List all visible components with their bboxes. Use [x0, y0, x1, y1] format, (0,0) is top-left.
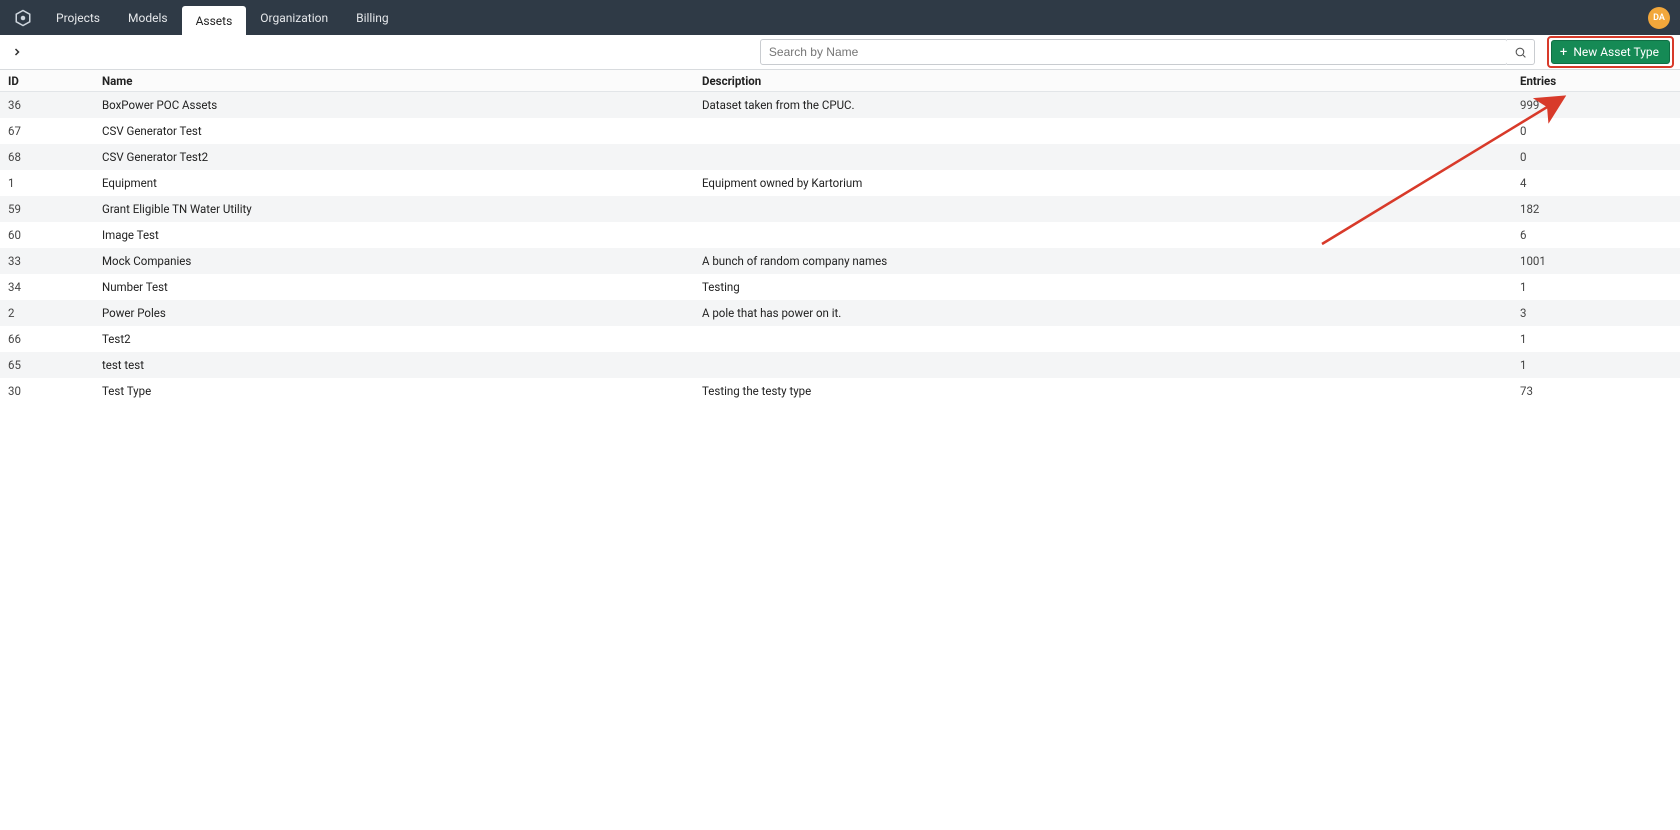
- cell-entries: 1: [1516, 276, 1676, 298]
- cell-name: test test: [98, 354, 698, 376]
- cell-description: Testing the testy type: [698, 380, 1516, 402]
- new-asset-type-button[interactable]: + New Asset Type: [1551, 40, 1670, 64]
- cell-name: Power Poles: [98, 302, 698, 324]
- top-nav: ProjectsModelsAssetsOrganizationBilling …: [0, 0, 1680, 35]
- cell-name: Number Test: [98, 276, 698, 298]
- cell-id: 66: [4, 328, 98, 350]
- col-header-description[interactable]: Description: [698, 70, 1516, 92]
- cell-description: [698, 335, 1516, 343]
- cell-description: Equipment owned by Kartorium: [698, 172, 1516, 194]
- avatar[interactable]: DA: [1648, 7, 1670, 29]
- cell-id: 30: [4, 380, 98, 402]
- table-row[interactable]: 60Image Test 6: [0, 222, 1680, 248]
- cell-name: CSV Generator Test2: [98, 146, 698, 168]
- table-row[interactable]: 66Test2 1: [0, 326, 1680, 352]
- cell-id: 2: [4, 302, 98, 324]
- app-logo-icon: [12, 7, 34, 29]
- cell-description: [698, 153, 1516, 161]
- cell-name: CSV Generator Test: [98, 120, 698, 142]
- cell-entries: 73: [1516, 380, 1676, 402]
- asset-types-table: ID Name Description Entries 36BoxPower P…: [0, 70, 1680, 404]
- toolbar: + New Asset Type: [0, 35, 1680, 70]
- cell-id: 33: [4, 250, 98, 272]
- sidebar-toggle-button[interactable]: [6, 41, 28, 63]
- table-row[interactable]: 65test test 1: [0, 352, 1680, 378]
- plus-icon: +: [1560, 46, 1567, 59]
- col-header-id[interactable]: ID: [4, 70, 98, 92]
- table-row[interactable]: 68CSV Generator Test2 0: [0, 144, 1680, 170]
- table-row[interactable]: 2Power PolesA pole that has power on it.…: [0, 300, 1680, 326]
- table-row[interactable]: 30Test TypeTesting the testy type73: [0, 378, 1680, 404]
- nav-tabs: ProjectsModelsAssetsOrganizationBilling: [42, 0, 403, 35]
- cell-id: 1: [4, 172, 98, 194]
- table-row[interactable]: 59Grant Eligible TN Water Utility 182: [0, 196, 1680, 222]
- cell-entries: 1: [1516, 328, 1676, 350]
- search-wrap: [760, 39, 1535, 65]
- cell-name: BoxPower POC Assets: [98, 94, 698, 116]
- cell-entries: 1001: [1516, 250, 1676, 272]
- cell-entries: 4: [1516, 172, 1676, 194]
- cell-description: A bunch of random company names: [698, 250, 1516, 272]
- cell-name: Image Test: [98, 224, 698, 246]
- cell-name: Test2: [98, 328, 698, 350]
- cell-id: 65: [4, 354, 98, 376]
- cell-description: [698, 361, 1516, 369]
- cell-entries: 999: [1516, 94, 1676, 116]
- annotation-highlight-box: + New Asset Type: [1547, 36, 1674, 68]
- nav-tab-models[interactable]: Models: [114, 0, 182, 35]
- search-input[interactable]: [760, 39, 1508, 65]
- cell-name: Equipment: [98, 172, 698, 194]
- cell-entries: 1: [1516, 354, 1676, 376]
- cell-description: A pole that has power on it.: [698, 302, 1516, 324]
- cell-name: Mock Companies: [98, 250, 698, 272]
- new-asset-type-label: New Asset Type: [1573, 45, 1659, 59]
- cell-id: 34: [4, 276, 98, 298]
- col-header-name[interactable]: Name: [98, 70, 698, 92]
- nav-tab-projects[interactable]: Projects: [42, 0, 114, 35]
- table-row[interactable]: 34Number TestTesting1: [0, 274, 1680, 300]
- cell-description: Testing: [698, 276, 1516, 298]
- cell-name: Test Type: [98, 380, 698, 402]
- cell-entries: 182: [1516, 198, 1676, 220]
- nav-tab-billing[interactable]: Billing: [342, 0, 403, 35]
- cell-description: [698, 205, 1516, 213]
- cell-description: Dataset taken from the CPUC.: [698, 94, 1516, 116]
- cell-entries: 6: [1516, 224, 1676, 246]
- cell-id: 68: [4, 146, 98, 168]
- search-button[interactable]: [1507, 39, 1535, 65]
- table-row[interactable]: 67CSV Generator Test 0: [0, 118, 1680, 144]
- cell-id: 67: [4, 120, 98, 142]
- cell-description: [698, 127, 1516, 135]
- cell-id: 60: [4, 224, 98, 246]
- cell-id: 59: [4, 198, 98, 220]
- table-header-row: ID Name Description Entries: [0, 70, 1680, 92]
- col-header-entries[interactable]: Entries: [1516, 70, 1676, 92]
- nav-tab-organization[interactable]: Organization: [246, 0, 342, 35]
- nav-tab-assets[interactable]: Assets: [182, 6, 247, 35]
- cell-entries: 0: [1516, 120, 1676, 142]
- table-row[interactable]: 36BoxPower POC AssetsDataset taken from …: [0, 92, 1680, 118]
- cell-description: [698, 231, 1516, 239]
- cell-name: Grant Eligible TN Water Utility: [98, 198, 698, 220]
- table-row[interactable]: 33Mock CompaniesA bunch of random compan…: [0, 248, 1680, 274]
- table-row[interactable]: 1EquipmentEquipment owned by Kartorium4: [0, 170, 1680, 196]
- cell-id: 36: [4, 94, 98, 116]
- cell-entries: 3: [1516, 302, 1676, 324]
- cell-entries: 0: [1516, 146, 1676, 168]
